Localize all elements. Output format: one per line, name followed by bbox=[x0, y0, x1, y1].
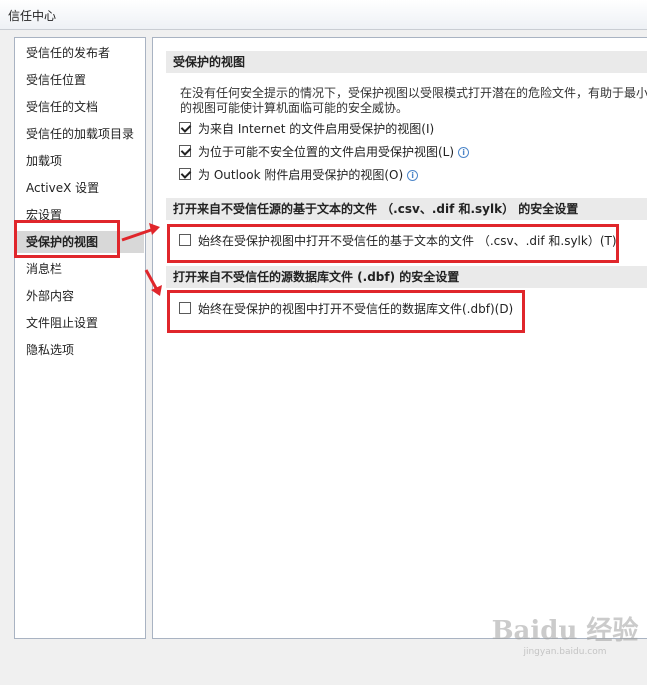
arrow-to-database-files bbox=[144, 269, 159, 291]
watermark-logo: Baidu 经验 bbox=[491, 616, 639, 646]
arrow-head bbox=[149, 223, 160, 235]
watermark-url: jingyan.baidu.com bbox=[523, 647, 607, 657]
arrow-to-text-files bbox=[121, 227, 155, 242]
baidu-watermark: Baidu 经验 jingyan.baidu.com bbox=[490, 616, 640, 668]
annotation-arrows bbox=[121, 223, 162, 296]
